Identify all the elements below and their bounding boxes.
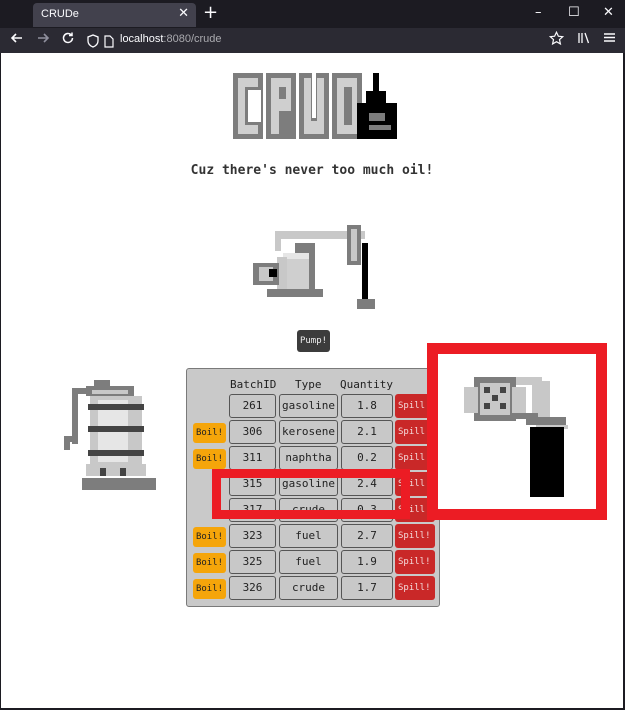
highlight-box <box>212 469 410 519</box>
quantity-cell: 2.7 <box>341 524 393 548</box>
quantity-cell: 1.8 <box>341 394 393 418</box>
pumpjack-icon[interactable] <box>247 223 377 319</box>
maximize-button[interactable]: ☐ <box>568 3 580 23</box>
minimize-button[interactable]: – <box>535 3 542 23</box>
menu-icon[interactable] <box>603 31 616 49</box>
boil-button[interactable]: Boil! <box>193 449 226 469</box>
table-row: 261 gasoline 1.8 Spill! <box>187 394 441 418</box>
tab-close-icon[interactable]: ✕ <box>178 6 189 21</box>
page-icon <box>104 33 114 52</box>
boil-button[interactable]: Boil! <box>193 527 226 547</box>
batch-id-cell: 325 <box>229 550 276 574</box>
forward-arrow-icon[interactable] <box>36 31 50 50</box>
table-row: Boil! 323 fuel 2.7 Spill! <box>187 524 441 548</box>
url-bar[interactable]: localhost:8080/crude <box>84 30 569 51</box>
table-row: Boil! 306 kerosene 2.1 Spill! <box>187 420 441 444</box>
batch-id-cell: 326 <box>229 576 276 600</box>
nav-bar: localhost:8080/crude <box>0 28 625 53</box>
header-quantity: Quantity <box>340 378 393 391</box>
quantity-cell: 1.7 <box>341 576 393 600</box>
quantity-cell: 2.1 <box>341 420 393 444</box>
url-text[interactable]: localhost:8080/crude <box>120 33 222 45</box>
batch-id-cell: 311 <box>229 446 276 470</box>
back-arrow-icon[interactable] <box>10 31 24 50</box>
header-type: Type <box>295 378 322 391</box>
batch-id-cell: 323 <box>229 524 276 548</box>
table-row: Boil! 326 crude 1.7 Spill! <box>187 576 441 600</box>
library-icon[interactable] <box>577 31 591 50</box>
reload-icon[interactable] <box>61 31 75 50</box>
shield-icon[interactable] <box>87 33 99 52</box>
type-cell: fuel <box>279 550 338 574</box>
page-content: Cuz there's never too much oil! Pump! Ba… <box>1 53 623 708</box>
tagline: Cuz there's never too much oil! <box>190 163 434 178</box>
type-cell: fuel <box>279 524 338 548</box>
tab-title: CRUDe <box>41 8 79 20</box>
crude-logo <box>233 73 398 147</box>
type-cell: kerosene <box>279 420 338 444</box>
close-window-button[interactable]: ✕ <box>603 3 614 23</box>
table-row: Boil! 325 fuel 1.9 Spill! <box>187 550 441 574</box>
spill-button[interactable]: Spill! <box>395 550 435 574</box>
header-batchid: BatchID <box>230 378 277 391</box>
boil-button[interactable]: Boil! <box>193 579 226 599</box>
batch-id-cell: 306 <box>229 420 276 444</box>
type-cell: gasoline <box>279 394 338 418</box>
new-tab-button[interactable]: + <box>203 3 218 23</box>
boiler-icon[interactable] <box>64 380 164 500</box>
tab-strip: CRUDe ✕ + – ☐ ✕ <box>0 0 625 28</box>
type-cell: naphtha <box>279 446 338 470</box>
quantity-cell: 0.2 <box>341 446 393 470</box>
batch-id-cell: 261 <box>229 394 276 418</box>
quantity-cell: 1.9 <box>341 550 393 574</box>
pump-button[interactable]: Pump! <box>297 330 330 352</box>
table-row: Boil! 311 naphtha 0.2 Spill! <box>187 446 441 470</box>
highlight-box-valve <box>427 343 607 520</box>
tab-crude[interactable]: CRUDe ✕ <box>33 3 196 27</box>
type-cell: crude <box>279 576 338 600</box>
valve-icon[interactable] <box>456 367 568 503</box>
star-icon[interactable] <box>548 30 565 51</box>
boil-button[interactable]: Boil! <box>193 553 226 573</box>
spill-button[interactable]: Spill! <box>395 524 435 548</box>
spill-button[interactable]: Spill! <box>395 576 435 600</box>
boil-button[interactable]: Boil! <box>193 423 226 443</box>
